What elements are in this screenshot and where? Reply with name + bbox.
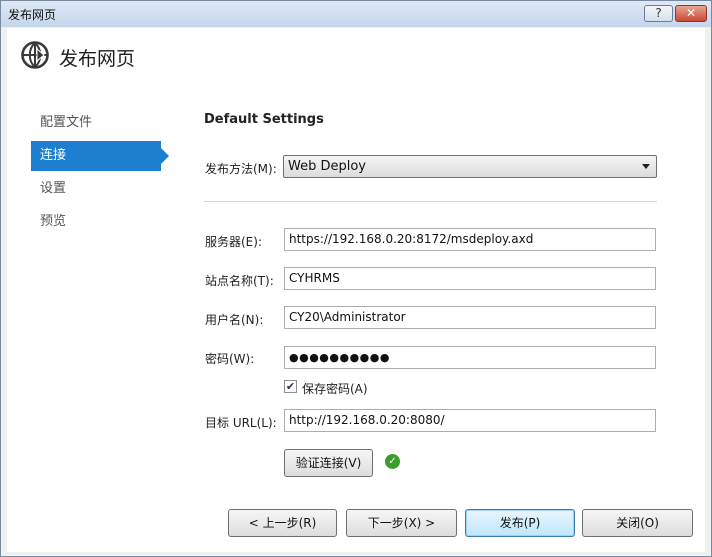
nav-item-settings[interactable]: 设置 (31, 174, 161, 204)
globe-publish-icon (21, 41, 49, 69)
chevron-down-icon (642, 164, 650, 169)
site-name-input[interactable]: CYHRMS (284, 267, 656, 290)
previous-button[interactable]: < 上一步(R) (228, 509, 337, 537)
username-input[interactable]: CY20\Administrator (284, 306, 656, 329)
check-success-icon: ✓ (385, 454, 400, 469)
site-name-label: 站点名称(T): (205, 274, 274, 288)
publish-button[interactable]: 发布(P) (465, 509, 575, 537)
publish-method-value: Web Deploy (288, 159, 366, 174)
save-password-checkbox[interactable]: ✔ (284, 380, 297, 393)
server-label: 服务器(E): (205, 235, 262, 249)
publish-method-select[interactable]: Web Deploy (283, 155, 657, 178)
target-url-label: 目标 URL(L): (205, 416, 277, 430)
close-button[interactable]: 关闭(O) (582, 509, 693, 537)
validate-connection-button[interactable]: 验证连接(V) (284, 449, 373, 477)
nav-item-connection[interactable]: 连接 (31, 141, 169, 171)
password-input[interactable]: ●●●●●●●●●● (284, 346, 656, 369)
nav-item-profile[interactable]: 配置文件 (31, 108, 161, 138)
publish-method-label: 发布方法(M): (205, 162, 277, 176)
dialog-heading: 发布网页 (59, 48, 136, 70)
dialog-content: 配置文件 连接 设置 预览 Default Settings 发布方法(M): … (7, 82, 705, 552)
section-title: Default Settings (204, 112, 324, 127)
close-window-button[interactable]: ✕ (675, 5, 707, 22)
window-title: 发布网页 (8, 8, 57, 22)
title-bar: 发布网页 ? ✕ (1, 1, 711, 27)
publish-web-dialog: 发布网页 ? ✕ 发布网页 配置文件 连接 设置 预览 Default Sett… (0, 0, 712, 557)
dialog-header: 发布网页 (7, 28, 705, 82)
server-input[interactable]: https://192.168.0.20:8172/msdeploy.axd (284, 228, 656, 251)
target-url-input[interactable]: http://192.168.0.20:8080/ (284, 409, 656, 432)
username-label: 用户名(N): (205, 313, 264, 327)
nav-item-preview[interactable]: 预览 (31, 207, 161, 237)
help-button[interactable]: ? (644, 5, 673, 22)
password-label: 密码(W): (205, 352, 255, 366)
next-button[interactable]: 下一步(X) > (346, 509, 457, 537)
divider (204, 201, 657, 202)
save-password-label[interactable]: 保存密码(A) (302, 380, 368, 397)
